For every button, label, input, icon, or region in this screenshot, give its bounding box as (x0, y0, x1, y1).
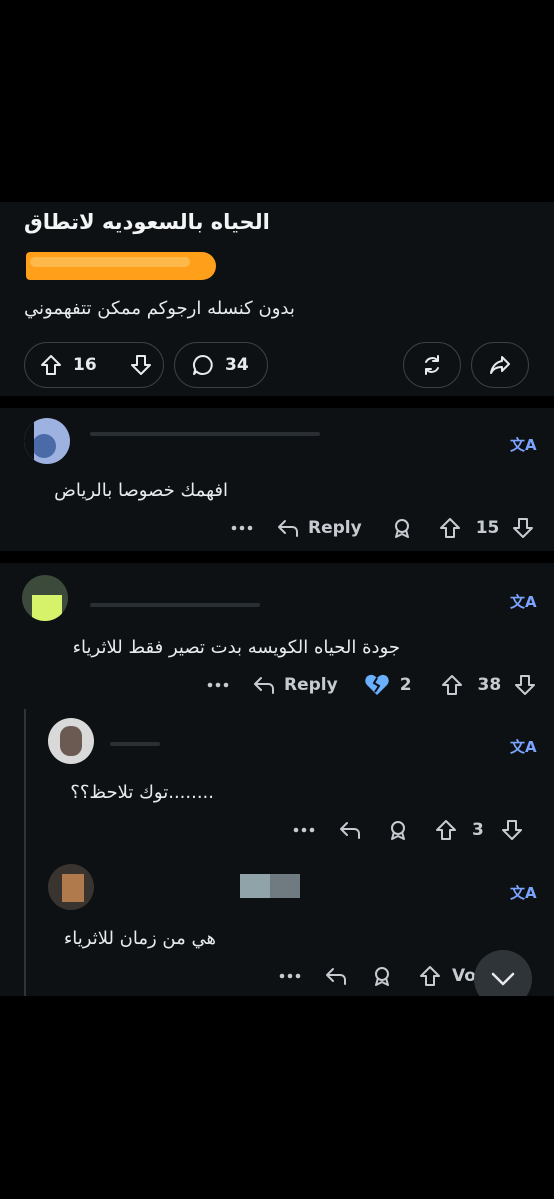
downvote-icon[interactable] (511, 516, 535, 540)
comment-actions: Reply 2 38 (204, 673, 537, 697)
reply-label: Reply (308, 518, 362, 538)
upvote-icon[interactable] (440, 673, 464, 697)
post-comment-count: 34 (225, 355, 249, 375)
username-redacted (110, 742, 160, 746)
more-icon[interactable] (228, 525, 256, 531)
award-icon[interactable] (370, 964, 394, 988)
post-screen: الحياه بالسعوديه لاتطاق بدون كنسله ارجوك… (0, 202, 554, 996)
crosspost-button[interactable] (403, 342, 461, 388)
more-icon[interactable] (204, 682, 232, 688)
comment-actions: 3 (290, 818, 524, 842)
username-redacted (90, 603, 260, 607)
post-card: الحياه بالسعوديه لاتطاق بدون كنسله ارجوك… (0, 202, 554, 396)
flair-redaction (30, 257, 190, 267)
share-button[interactable] (471, 342, 529, 388)
reply-label: Reply (284, 675, 338, 695)
post-comments-button[interactable]: 34 (174, 342, 268, 388)
reply-icon (278, 520, 298, 537)
comment-score: 38 (477, 675, 502, 695)
translate-icon[interactable]: 文A (510, 736, 537, 757)
comment-score: 15 (475, 518, 500, 538)
more-icon[interactable] (276, 973, 304, 979)
username-redacted (90, 432, 320, 436)
avatar[interactable] (48, 864, 94, 910)
reply-1: 文A توك تلاحظ؟؟........ 3 (0, 712, 554, 852)
avatar[interactable] (22, 575, 68, 621)
award-icon[interactable] (386, 818, 410, 842)
post-vote-pill: 16 (24, 342, 164, 388)
reply-icon (254, 677, 274, 694)
award-count: 2 (399, 675, 412, 695)
crosspost-icon (420, 353, 444, 377)
section-divider (0, 551, 554, 563)
username-redacted (240, 874, 270, 898)
comment-actions: Vo (276, 964, 476, 988)
comment-icon (191, 353, 215, 377)
comment-text: افهمك خصوصا بالرياض (54, 480, 228, 501)
award-icon[interactable] (390, 516, 414, 540)
reply-2: 文A هي من زمان للاثرياء Vo (0, 858, 554, 996)
broken-heart-award[interactable]: 2 (364, 673, 412, 697)
upvote-icon[interactable] (434, 818, 458, 842)
share-icon (488, 353, 512, 377)
chevron-down-icon (490, 971, 516, 987)
avatar[interactable] (24, 418, 70, 464)
upvote-icon[interactable] (438, 516, 462, 540)
more-icon[interactable] (290, 827, 318, 833)
avatar[interactable] (48, 718, 94, 764)
section-divider (0, 396, 554, 408)
upvote-icon[interactable] (39, 353, 63, 377)
username-redacted (270, 874, 300, 898)
comment-text: هي من زمان للاثرياء (63, 928, 216, 949)
reply-button[interactable]: Reply (252, 674, 338, 696)
post-body: بدون كنسله ارجوكم ممكن تتفهموني (24, 298, 295, 319)
reply-icon[interactable] (324, 965, 348, 987)
downvote-icon[interactable] (500, 818, 524, 842)
downvote-icon[interactable] (513, 673, 537, 697)
comment-2: 文A جودة الحياه الكويسه بدت تصير فقط للاث… (0, 563, 554, 703)
translate-icon[interactable]: 文A (510, 591, 537, 612)
post-upvote-count: 16 (73, 355, 97, 375)
comment-text: جودة الحياه الكويسه بدت تصير فقط للاثريا… (72, 637, 400, 658)
comment-text: توك تلاحظ؟؟........ (70, 782, 214, 803)
post-title[interactable]: الحياه بالسعوديه لاتطاق (24, 210, 270, 234)
reply-button[interactable]: Reply (276, 517, 362, 539)
upvote-icon[interactable] (418, 964, 442, 988)
comment-actions: Reply 15 (228, 516, 535, 540)
comment-1: 文A افهمك خصوصا بالرياض Reply 15 (0, 408, 554, 548)
comment-score: 3 (472, 820, 484, 840)
translate-icon[interactable]: 文A (510, 434, 537, 455)
vote-label-partial: Vo (452, 966, 476, 986)
downvote-icon[interactable] (129, 353, 153, 377)
broken-heart-icon (365, 674, 389, 695)
reply-icon[interactable] (338, 819, 362, 841)
translate-icon[interactable]: 文A (510, 882, 537, 903)
